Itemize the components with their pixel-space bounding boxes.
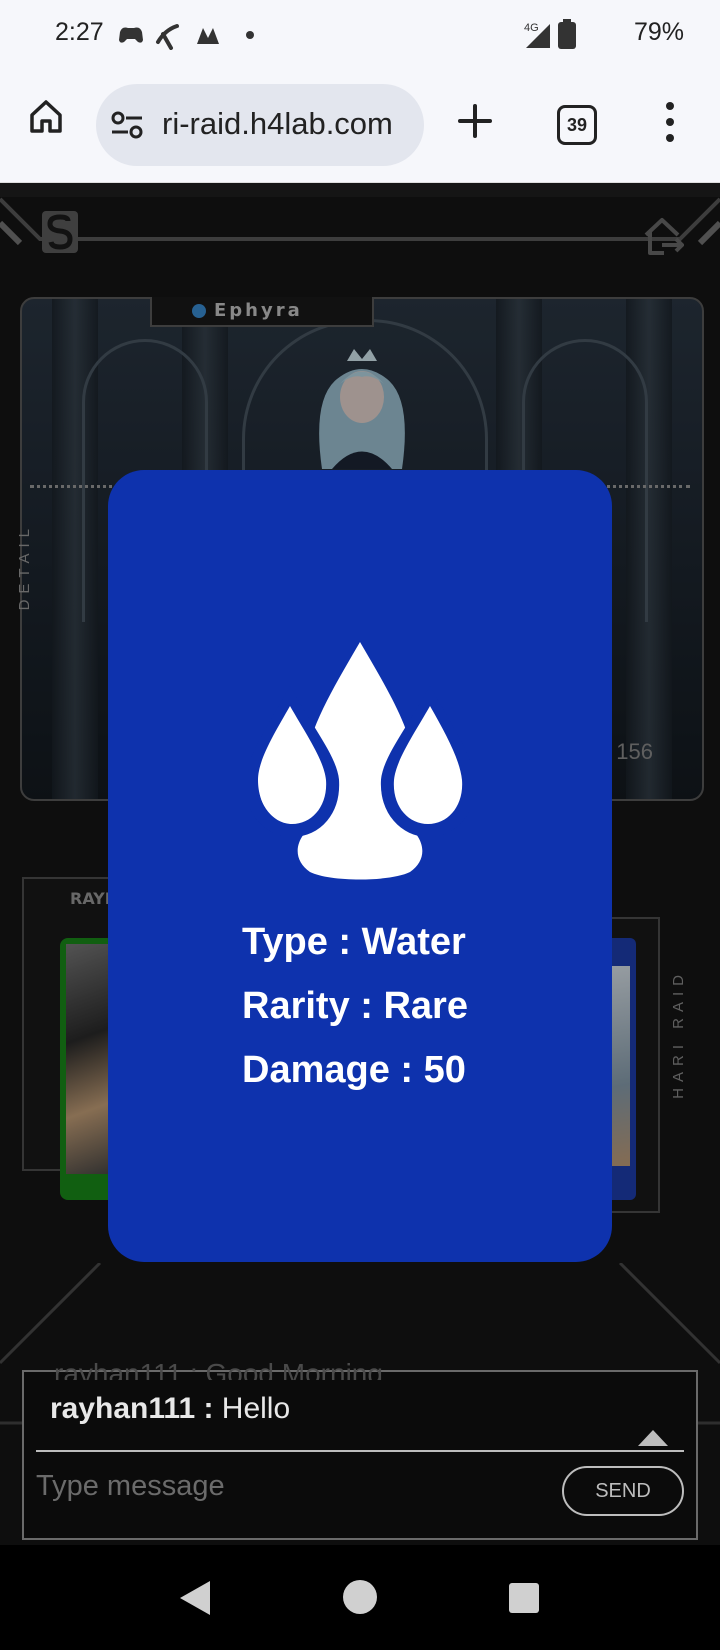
navigation-bar — [0, 1545, 720, 1650]
app-notification-icon — [197, 28, 219, 44]
chat-separator: : — [195, 1392, 222, 1425]
send-button[interactable]: SEND — [562, 1466, 684, 1516]
chat-message: rayhan111 : Hello — [50, 1392, 290, 1426]
tab-switcher-button[interactable]: 39 — [557, 105, 597, 145]
chat-text: Hello — [221, 1392, 291, 1425]
chat-divider — [36, 1450, 684, 1452]
rarity-line: Rarity : Rare — [242, 985, 468, 1027]
address-bar[interactable]: ri-raid.h4lab.com — [96, 84, 424, 166]
more-menu-icon[interactable] — [660, 100, 680, 144]
cell-signal-icon — [526, 24, 550, 48]
type-line: Type : Water — [242, 921, 466, 963]
url-text[interactable]: ri-raid.h4lab.com — [162, 106, 418, 142]
status-bar: 2:27 4G 79% — [0, 0, 720, 72]
browser-toolbar: ri-raid.h4lab.com 39 — [0, 72, 720, 183]
home-nav-icon[interactable] — [342, 1579, 378, 1615]
chat-faded-message: rayhan111 : Good Morning — [54, 1358, 383, 1380]
recents-icon[interactable] — [508, 1582, 540, 1614]
damage-line: Damage : 50 — [242, 1049, 466, 1091]
chat-expand-icon[interactable] — [636, 1428, 670, 1448]
status-time: 2:27 — [55, 18, 104, 46]
water-drops-icon — [250, 642, 470, 880]
site-settings-icon[interactable] — [110, 110, 144, 140]
antenna-icon — [156, 24, 179, 50]
more-notifications-dot — [246, 31, 254, 39]
game-controller-icon — [119, 27, 143, 43]
element-info-modal[interactable]: Type : Water Rarity : Rare Damage : 50 — [108, 470, 612, 1262]
chat-username: rayhan111 — [50, 1392, 196, 1425]
chat-panel: rayhan111 : Good Morning rayhan111 : Hel… — [22, 1358, 698, 1540]
element-stats: Type : Water Rarity : Rare Damage : 50 — [242, 910, 468, 1102]
battery-icon — [558, 19, 576, 49]
back-icon[interactable] — [178, 1579, 212, 1617]
new-tab-icon[interactable] — [456, 102, 494, 140]
chat-message-input[interactable]: Type message — [36, 1470, 225, 1503]
battery-percent: 79% — [633, 18, 684, 46]
home-icon[interactable] — [28, 98, 64, 134]
